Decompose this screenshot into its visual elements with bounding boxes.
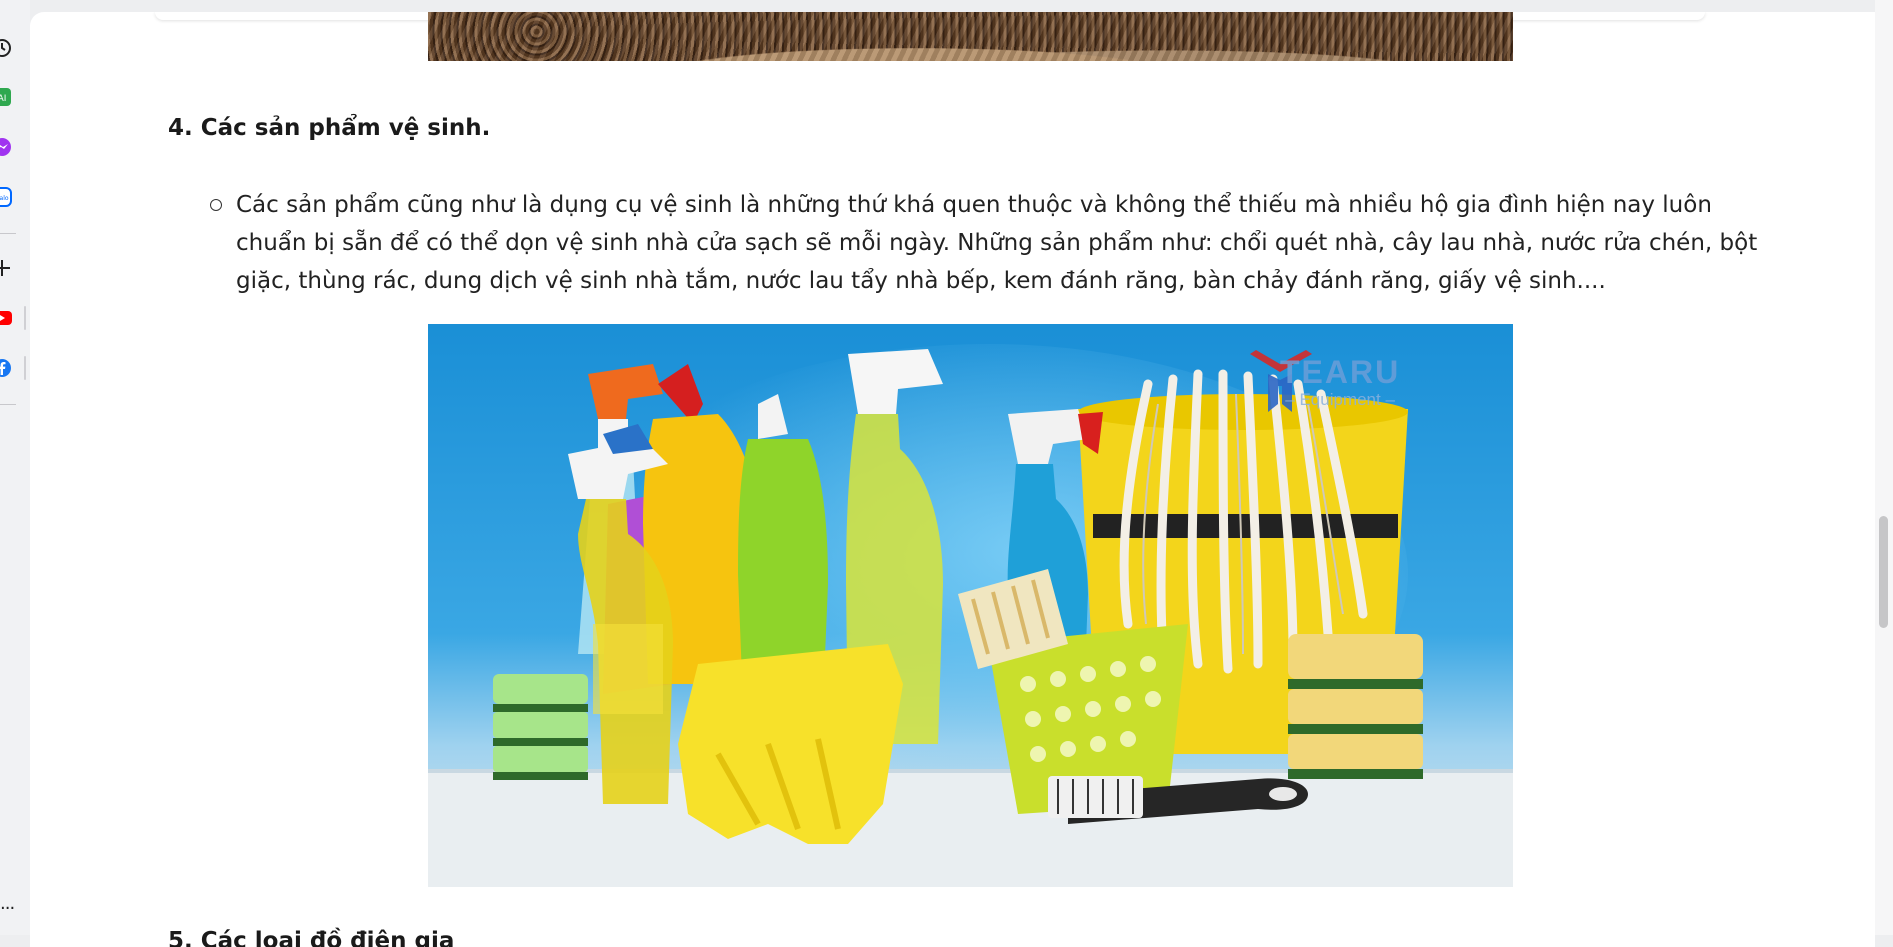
tearu-watermark: TEARU – Equipment –	[1280, 356, 1400, 410]
facebook-icon[interactable]	[0, 356, 14, 380]
grains-image	[428, 12, 1513, 61]
more-icon[interactable]: ...	[0, 893, 15, 914]
watermark-brand: TEARU	[1280, 354, 1401, 390]
section-4-paragraph: Các sản phẩm cũng như là dụng cụ vệ sinh…	[236, 192, 1758, 294]
clock-icon[interactable]	[0, 36, 14, 60]
scrollbar-thumb[interactable]	[1879, 516, 1888, 628]
zalo-icon[interactable]: Zalo	[0, 185, 14, 209]
youtube-active-indicator	[24, 306, 26, 330]
list-bullet	[210, 199, 222, 211]
messenger-icon[interactable]	[0, 135, 14, 159]
svg-text:Zalo: Zalo	[0, 195, 9, 202]
watermark-subtitle: – Equipment –	[1285, 390, 1395, 409]
article-page: 4. Các sản phẩm vệ sinh. Các sản phẩm cũ…	[30, 12, 1875, 947]
section-4-heading: 4. Các sản phẩm vệ sinh.	[168, 115, 491, 141]
section-5-heading: 5. Các loại đồ điện gia	[168, 928, 455, 947]
sidebar-divider	[0, 404, 16, 405]
browser-sidebar: AI Zalo ...	[0, 0, 30, 935]
sidebar-divider	[0, 233, 16, 234]
add-icon[interactable]	[0, 256, 14, 280]
svg-text:AI: AI	[0, 94, 6, 104]
youtube-icon[interactable]	[0, 306, 14, 330]
vertical-scrollbar[interactable]	[1875, 0, 1893, 935]
ai-app-icon[interactable]: AI	[0, 85, 14, 109]
facebook-active-indicator	[24, 356, 26, 380]
